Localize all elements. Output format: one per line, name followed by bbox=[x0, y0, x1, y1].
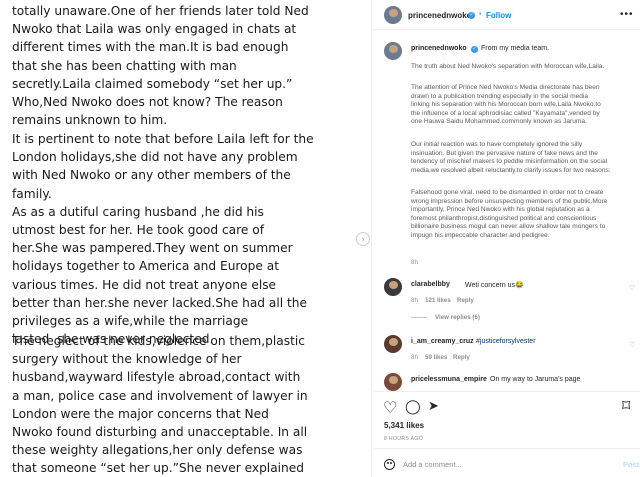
caption-username[interactable]: princenednwoko bbox=[411, 45, 467, 52]
add-comment-input[interactable]: Add a comment... bbox=[403, 460, 462, 469]
follow-button[interactable]: Follow bbox=[486, 11, 511, 20]
comment-1-reply-button[interactable]: Reply bbox=[457, 297, 474, 304]
comment-1-text: Weti concern us😂 bbox=[465, 282, 524, 289]
comment-3-username[interactable]: pricelessmuna_empire bbox=[411, 376, 487, 383]
next-icon[interactable]: › bbox=[356, 232, 370, 246]
heart-icon[interactable]: ♡ bbox=[383, 398, 397, 418]
comment-2-time: 8h bbox=[411, 354, 418, 361]
comment-avatar[interactable] bbox=[384, 335, 402, 353]
comment-1-likes[interactable]: 121 likes bbox=[425, 297, 451, 304]
caption-paragraph-1: The attention of Prince Ned Nwoko's Medi… bbox=[411, 84, 601, 126]
caption-verified-badge-icon: ✓ bbox=[471, 46, 478, 53]
view-replies-button[interactable]: View replies (6) bbox=[435, 314, 480, 321]
more-options-icon[interactable]: ••• bbox=[620, 9, 634, 20]
comment-2-likes[interactable]: 59 likes bbox=[425, 354, 447, 361]
post-image-paragraph-3: The neglect of the kids,violence on them… bbox=[12, 334, 308, 476]
emoji-icon[interactable] bbox=[384, 459, 395, 470]
posted-ago: 8 HOURS AGO bbox=[384, 436, 424, 442]
header-separator: • bbox=[479, 11, 482, 18]
view-replies-line bbox=[411, 317, 427, 318]
comment-avatar[interactable] bbox=[384, 278, 402, 296]
comment-2-username[interactable]: i_am_creamy_cruz bbox=[411, 338, 474, 345]
caption-paragraph-3: Falsehood gone viral. need to be dismant… bbox=[411, 189, 608, 239]
caption-time: 8h bbox=[411, 259, 418, 266]
comment-icon[interactable]: ◯ bbox=[405, 398, 421, 415]
comment-1-username[interactable]: clarabelbby bbox=[411, 281, 450, 288]
post-image[interactable]: totally unaware.One of her friends later… bbox=[0, 0, 372, 477]
post-header: princenednwoko ✓ • Follow ••• bbox=[373, 0, 640, 30]
post-image-paragraph-2: It is pertinent to note that before Lail… bbox=[12, 132, 314, 347]
caption-title: The truth about Ned Nwoko's separation w… bbox=[411, 63, 605, 70]
comment-2-hashtag[interactable]: #justiceforsylvester bbox=[476, 338, 536, 345]
caption-avatar[interactable] bbox=[384, 42, 402, 60]
comment-3-text: On my way to Jaruma's page bbox=[490, 376, 581, 383]
caption-paragraph-2: Our initial reaction was to have complet… bbox=[411, 141, 611, 174]
post-comment-button[interactable]: Post bbox=[623, 460, 639, 469]
comment-2-reply-button[interactable]: Reply bbox=[453, 354, 470, 361]
comment-1-time: 8h bbox=[411, 297, 418, 304]
bookmark-icon[interactable]: ⌑ bbox=[622, 396, 630, 416]
comment-avatar[interactable] bbox=[384, 373, 402, 391]
comment-1-heart-icon[interactable]: ♡ bbox=[629, 284, 635, 292]
comment-2-heart-icon[interactable]: ♡ bbox=[629, 341, 635, 349]
actions-divider bbox=[373, 391, 640, 392]
post-side-panel: princenednwoko ✓ • Follow ••• princenedn… bbox=[373, 0, 640, 477]
likes-count[interactable]: 5,341 likes bbox=[384, 421, 424, 430]
post-image-paragraph-1: totally unaware.One of her friends later… bbox=[12, 4, 309, 128]
share-icon[interactable]: ➤ bbox=[428, 398, 439, 414]
comment-box-divider bbox=[373, 448, 640, 449]
caption-intro: From my media team. bbox=[481, 45, 550, 52]
verified-badge-icon: ✓ bbox=[468, 12, 475, 19]
avatar[interactable] bbox=[384, 6, 402, 24]
header-username[interactable]: princenednwoko bbox=[408, 11, 472, 20]
